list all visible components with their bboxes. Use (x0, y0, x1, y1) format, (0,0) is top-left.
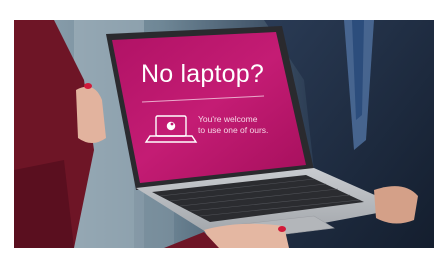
lower-hand (204, 223, 289, 248)
screen-subline-line-2: to use one of ours. (198, 125, 269, 135)
laptop-screen (112, 32, 306, 183)
photo-frame: No laptop? You're welcome to use one of … (14, 20, 434, 248)
screen-headline: No laptop? (141, 60, 264, 88)
screen-subline-line-1: You're welcome (198, 114, 258, 124)
screen-subline: You're welcome to use one of ours. (198, 114, 268, 136)
right-hand (374, 186, 418, 224)
